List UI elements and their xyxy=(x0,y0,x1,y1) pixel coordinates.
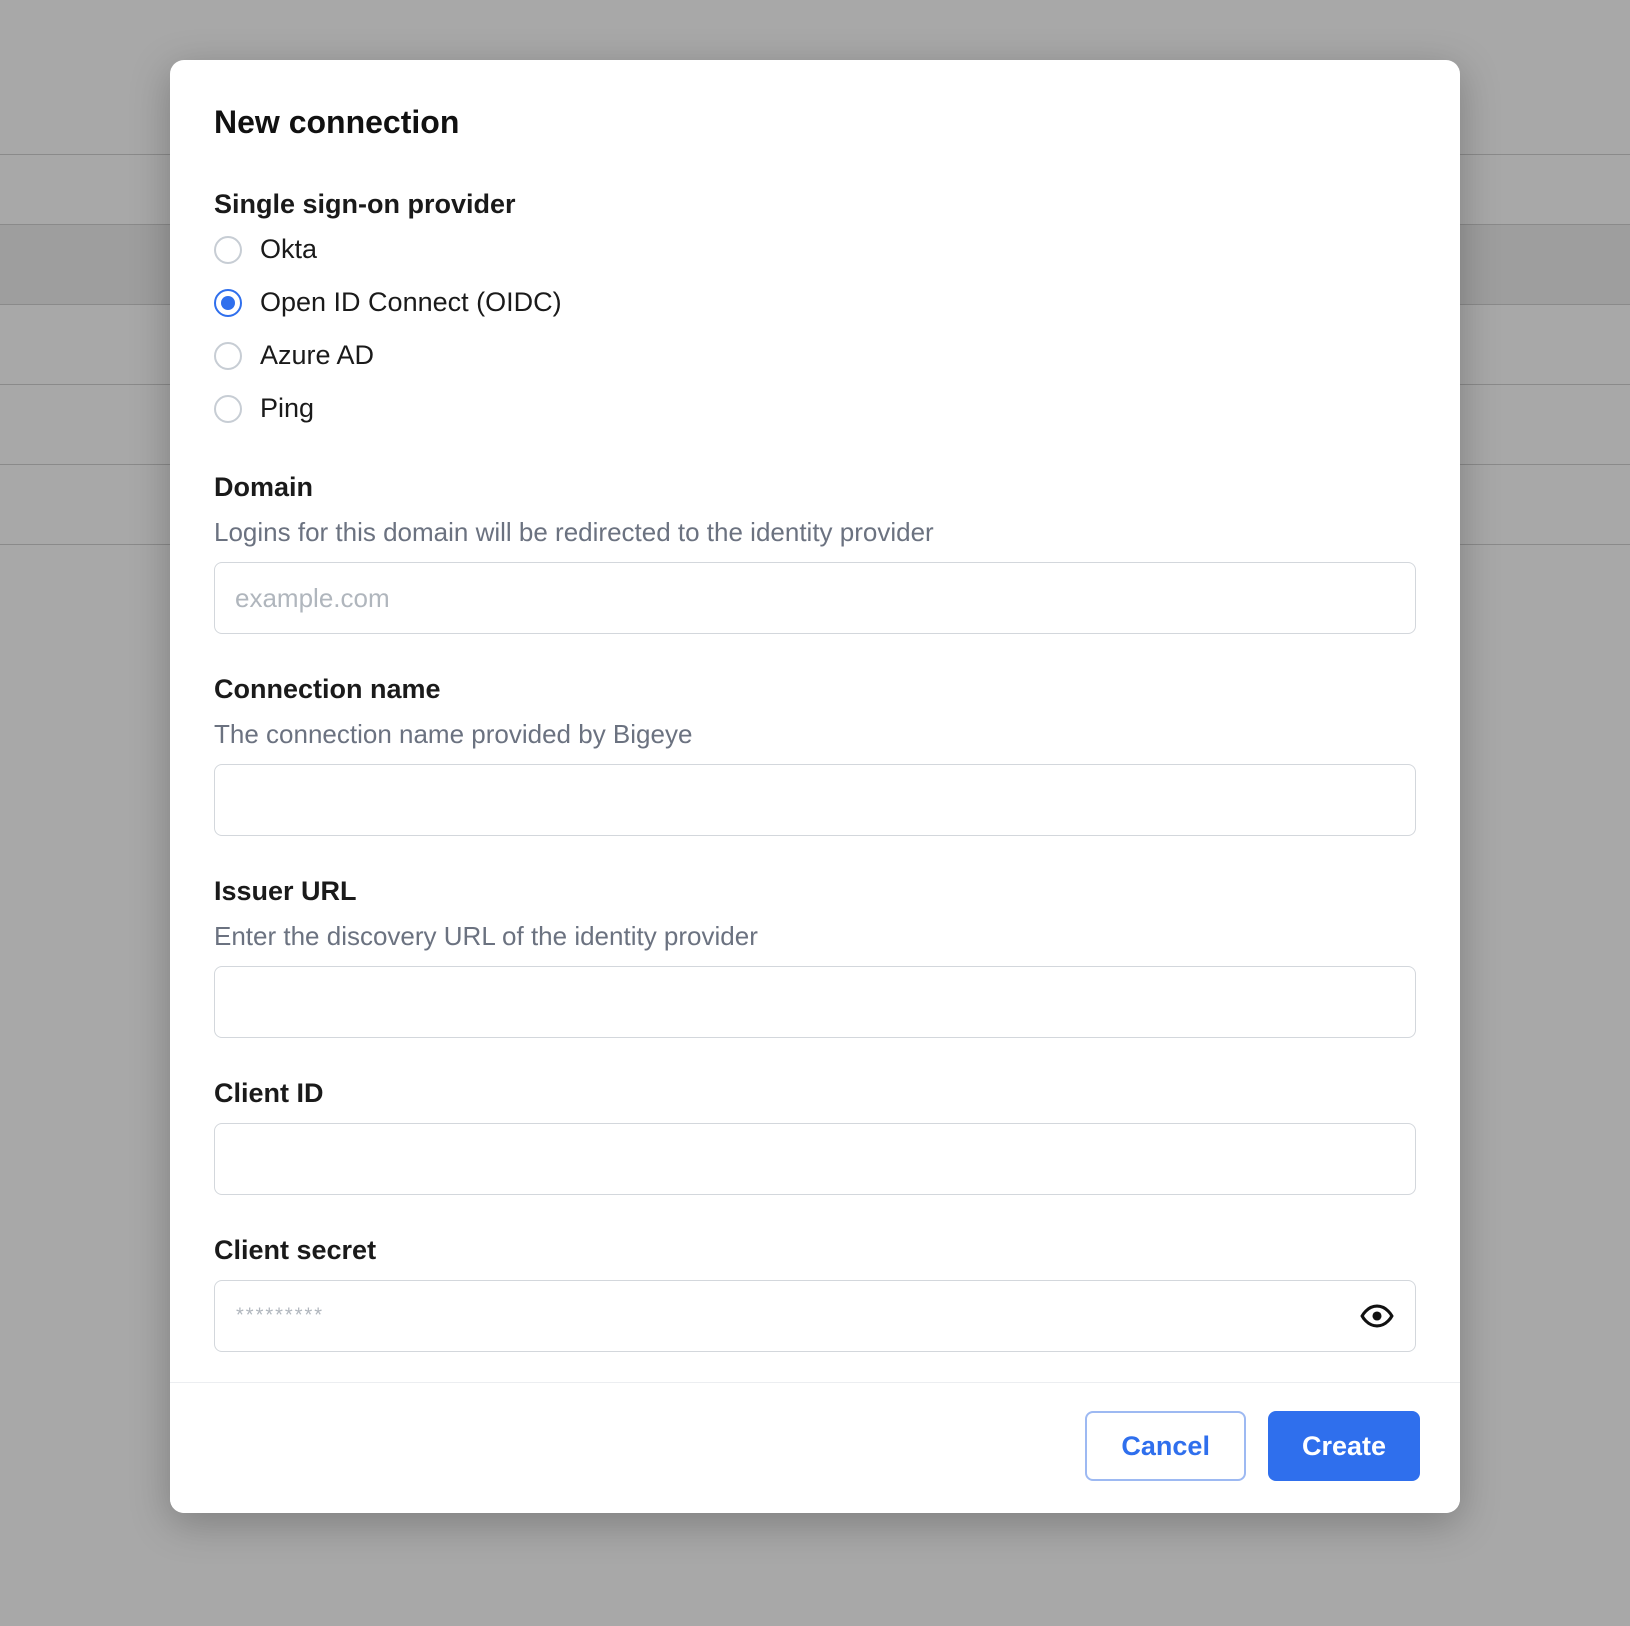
radio-icon xyxy=(214,289,242,317)
client-secret-field: Client secret ********* xyxy=(214,1235,1416,1352)
client-secret-label: Client secret xyxy=(214,1235,1416,1266)
modal-overlay: New connection Single sign-on provider O… xyxy=(0,0,1630,1626)
provider-radio-group: Okta Open ID Connect (OIDC) Azure AD Pin… xyxy=(214,234,1416,424)
radio-icon xyxy=(214,236,242,264)
provider-label: Single sign-on provider xyxy=(214,189,1416,220)
eye-icon[interactable] xyxy=(1360,1299,1394,1333)
radio-label: Open ID Connect (OIDC) xyxy=(260,287,562,318)
radio-label: Okta xyxy=(260,234,317,265)
issuer-url-input[interactable] xyxy=(214,966,1416,1038)
domain-helper: Logins for this domain will be redirecte… xyxy=(214,517,1416,548)
cancel-button[interactable]: Cancel xyxy=(1085,1411,1246,1481)
modal-body: New connection Single sign-on provider O… xyxy=(170,60,1460,1382)
domain-input[interactable] xyxy=(214,562,1416,634)
modal-footer: Cancel Create xyxy=(170,1382,1460,1513)
client-id-label: Client ID xyxy=(214,1078,1416,1109)
connection-name-label: Connection name xyxy=(214,674,1416,705)
connection-name-helper: The connection name provided by Bigeye xyxy=(214,719,1416,750)
modal-title: New connection xyxy=(214,104,1416,141)
radio-option-okta[interactable]: Okta xyxy=(214,234,1416,265)
connection-name-field: Connection name The connection name prov… xyxy=(214,674,1416,836)
new-connection-modal: New connection Single sign-on provider O… xyxy=(170,60,1460,1513)
radio-option-ping[interactable]: Ping xyxy=(214,393,1416,424)
radio-option-azure-ad[interactable]: Azure AD xyxy=(214,340,1416,371)
radio-label: Ping xyxy=(260,393,314,424)
provider-section: Single sign-on provider Okta Open ID Con… xyxy=(214,189,1416,424)
client-secret-input[interactable] xyxy=(214,1280,1416,1352)
connection-name-input[interactable] xyxy=(214,764,1416,836)
issuer-url-field: Issuer URL Enter the discovery URL of th… xyxy=(214,876,1416,1038)
issuer-url-helper: Enter the discovery URL of the identity … xyxy=(214,921,1416,952)
issuer-url-label: Issuer URL xyxy=(214,876,1416,907)
client-id-input[interactable] xyxy=(214,1123,1416,1195)
radio-option-oidc[interactable]: Open ID Connect (OIDC) xyxy=(214,287,1416,318)
create-button[interactable]: Create xyxy=(1268,1411,1420,1481)
radio-label: Azure AD xyxy=(260,340,374,371)
domain-label: Domain xyxy=(214,472,1416,503)
domain-field: Domain Logins for this domain will be re… xyxy=(214,472,1416,634)
client-id-field: Client ID xyxy=(214,1078,1416,1195)
radio-icon xyxy=(214,342,242,370)
radio-icon xyxy=(214,395,242,423)
